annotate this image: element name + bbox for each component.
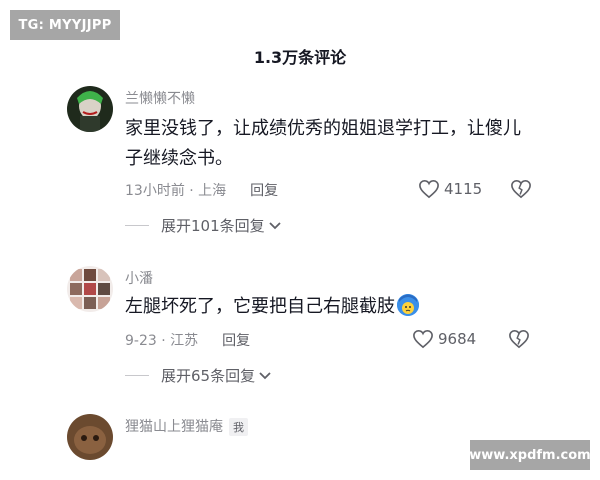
reply-button[interactable]: 回复 [250,180,278,200]
comment-meta: 13小时前 · 上海 回复 [125,180,278,200]
like-button[interactable]: 4115 [418,179,482,199]
comment-text: 家里没钱了，让成绩优秀的姐姐退学打工，让傻儿子继续念书。 [125,118,521,169]
username[interactable]: 狸猫山上狸猫庵我 [125,416,248,436]
username[interactable]: 兰懒懒不懒 [125,88,195,108]
time-location: 13小时前 · 上海 [125,183,227,199]
dislike-button[interactable] [510,179,532,203]
broken-heart-icon [511,179,531,199]
heart-icon [419,179,439,199]
avatar[interactable] [67,414,113,460]
chevron-down-icon [259,371,271,379]
watermark-bottom-right: www.xpdfm.com [469,440,591,470]
watermark-top-left: TG: MYYJJPP [10,10,120,40]
like-count: 9684 [438,330,477,348]
divider-line [125,225,149,226]
like-count: 4115 [444,180,483,198]
heart-icon [413,329,433,349]
crying-face-emoji-icon [397,294,419,316]
time-location: 9-23 · 江苏 [125,333,199,349]
broken-heart-icon [509,329,529,349]
chevron-down-icon [269,221,281,229]
expand-label: 展开101条回复 [161,217,265,235]
expand-replies-button[interactable]: 展开101条回复 [125,215,281,236]
like-button[interactable]: 9684 [412,329,476,349]
expand-label: 展开65条回复 [161,367,256,385]
expand-replies-button[interactable]: 展开65条回复 [125,365,271,386]
comment-count-title: 1.3万条评论 [253,48,347,67]
self-badge: 我 [229,418,248,436]
divider-line [125,375,149,376]
avatar[interactable] [67,266,113,312]
avatar[interactable] [67,86,113,132]
username[interactable]: 小潘 [125,268,153,288]
comment-meta: 9-23 · 江苏 回复 [125,330,250,350]
comment-text-body: 左腿坏死了，它要把自己右腿截肢 [125,296,395,317]
username-text: 狸猫山上狸猫庵 [125,419,223,435]
dislike-button[interactable] [508,329,530,353]
comments-panel: TG: MYYJJPP 1.3万条评论 兰懒懒不懒 家里没钱了，让成绩优秀的姐姐… [0,0,600,480]
reply-button[interactable]: 回复 [222,330,250,350]
comment-text: 左腿坏死了，它要把自己右腿截肢 [125,292,535,322]
